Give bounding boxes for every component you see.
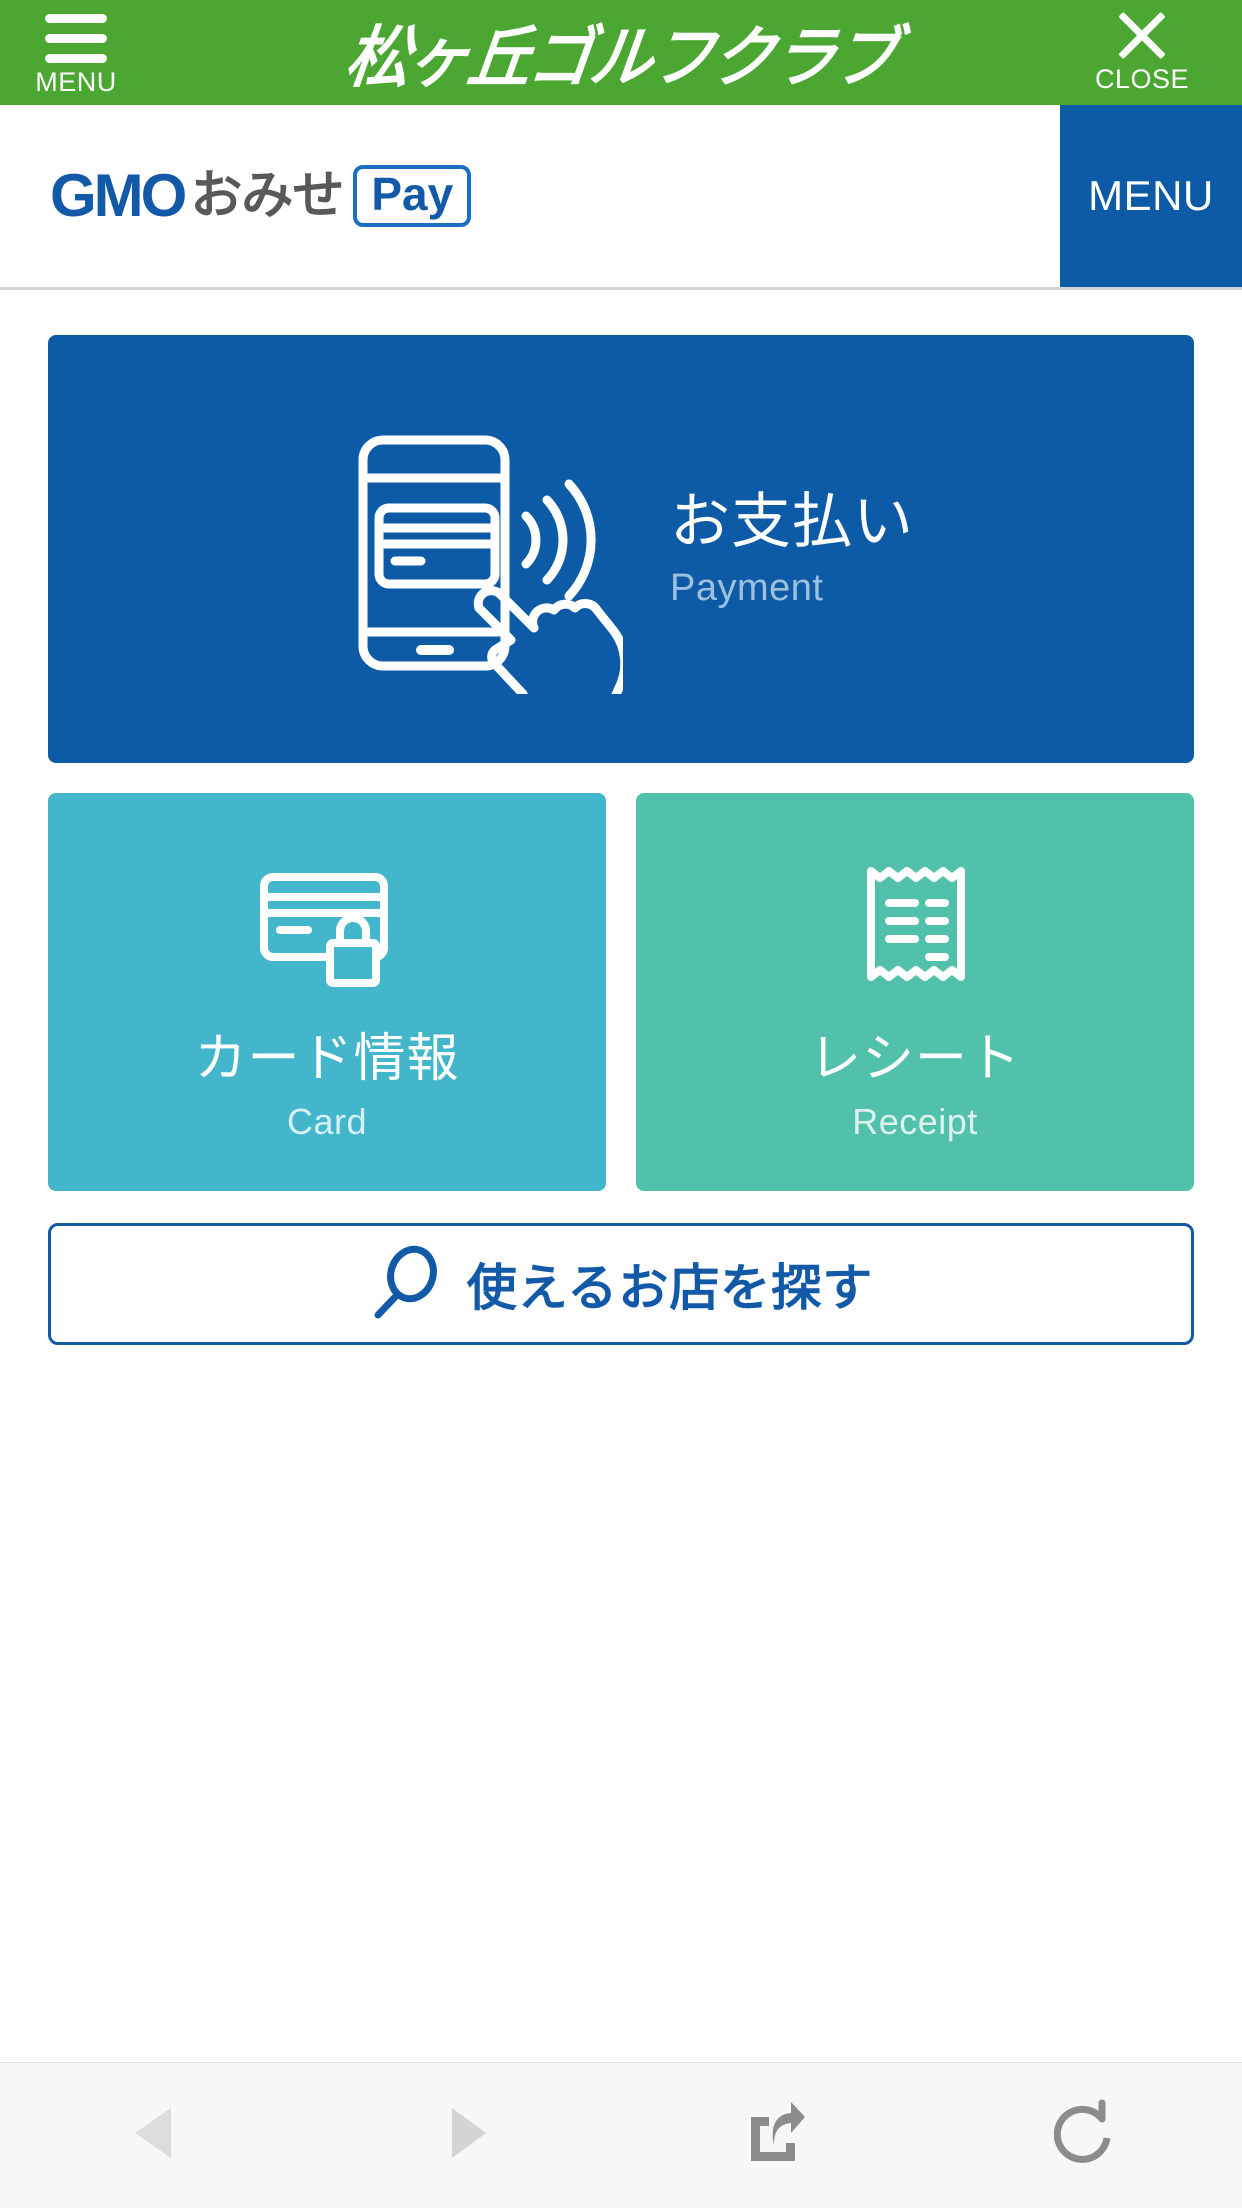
triangle-left-icon <box>125 2102 185 2169</box>
site-header: MENU 松ヶ丘ゴルフクラブ CLOSE <box>0 0 1242 105</box>
magnifier-icon <box>369 1243 441 1326</box>
gmo-omise-pay-logo[interactable]: GMO おみせ Pay <box>50 161 472 231</box>
omise-wordmark: おみせ <box>190 166 344 226</box>
browser-toolbar <box>0 2062 1242 2208</box>
browser-back-button[interactable] <box>0 2063 311 2208</box>
card-info-tile-subtitle: Card <box>286 1101 368 1142</box>
app-bar: GMO おみせ Pay MENU <box>0 105 1242 290</box>
triangle-right-icon <box>436 2102 496 2169</box>
hamburger-icon <box>45 8 107 63</box>
smartphone-contactless-payment-icon <box>328 404 628 694</box>
close-button[interactable]: CLOSE <box>1082 8 1202 100</box>
browser-reload-button[interactable] <box>932 2063 1242 2208</box>
payment-tile[interactable]: お支払い Payment <box>48 335 1194 763</box>
payment-tile-title: お支払い <box>670 486 914 557</box>
pay-badge: Pay <box>353 164 472 228</box>
site-menu-label: MENU <box>35 67 117 97</box>
reload-icon <box>1053 2099 1120 2172</box>
share-icon <box>743 2099 809 2172</box>
secondary-tile-row: カード情報 Card レシート Receipt <box>48 793 1194 1191</box>
receipt-tile[interactable]: レシート Receipt <box>636 793 1194 1191</box>
main-content: お支払い Payment カード情報 Card レシート Receipt 使える… <box>0 335 1242 2033</box>
browser-forward-button[interactable] <box>311 2063 622 2208</box>
credit-card-lock-icon <box>252 841 402 991</box>
find-stores-button[interactable]: 使えるお店を探す <box>48 1223 1194 1345</box>
card-info-tile[interactable]: カード情報 Card <box>48 793 606 1191</box>
card-info-tile-title: カード情報 <box>194 1029 460 1089</box>
payment-tile-subtitle: Payment <box>670 566 824 609</box>
receipt-tile-title: レシート <box>808 1029 1021 1089</box>
site-title: 松ヶ丘ゴルフクラブ <box>341 19 900 97</box>
site-menu-button[interactable]: MENU <box>28 8 124 100</box>
app-menu-button[interactable]: MENU <box>1060 105 1242 287</box>
receipt-tile-subtitle: Receipt <box>852 1101 978 1142</box>
receipt-icon <box>853 841 977 991</box>
gmo-wordmark: GMO <box>50 162 187 229</box>
find-stores-label: 使えるお店を探す <box>466 1259 874 1317</box>
browser-share-button[interactable] <box>621 2063 932 2208</box>
close-label: CLOSE <box>1094 64 1190 94</box>
close-x-icon <box>1114 8 1170 64</box>
